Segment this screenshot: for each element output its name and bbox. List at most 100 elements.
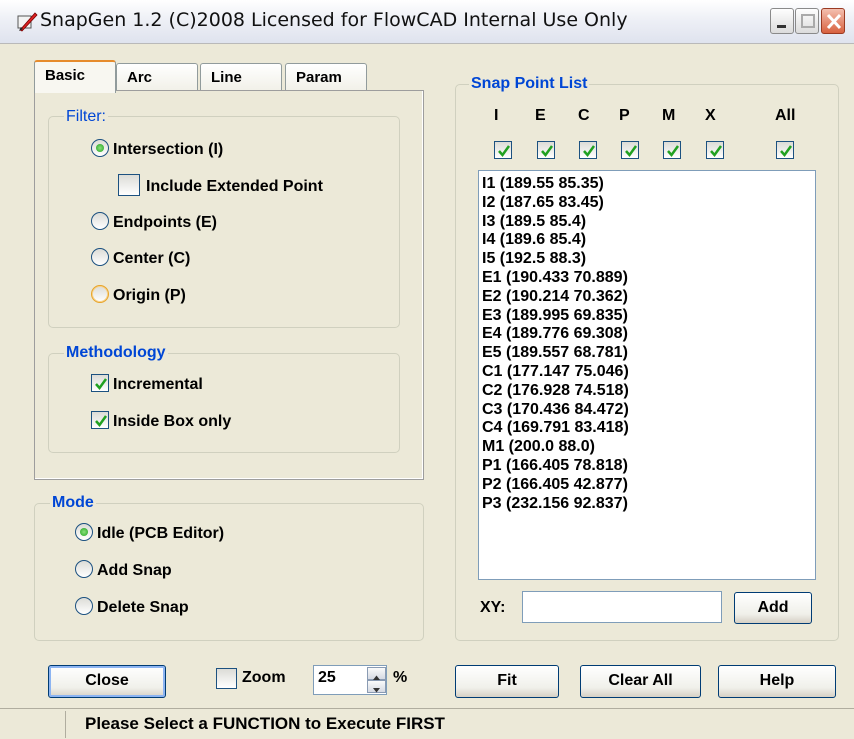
snap-point-listbox[interactable]: I1 (189.55 85.35) I2 (187.65 83.45) I3 (… [478, 170, 816, 580]
tab-basic[interactable]: Basic [34, 60, 116, 93]
origin-radio[interactable] [91, 285, 109, 303]
list-item[interactable]: C2 (176.928 74.518) [482, 382, 815, 401]
include-extended-checkbox[interactable] [118, 174, 140, 196]
xy-label: XY: [480, 599, 506, 616]
filter-p-checkbox[interactable] [621, 141, 639, 159]
checkmark-icon [498, 145, 511, 158]
filter-all-checkbox[interactable] [776, 141, 794, 159]
snap-point-list-label: Snap Point List [469, 75, 590, 93]
inside-box-option[interactable]: Inside Box only [91, 411, 231, 431]
filter-x-checkbox[interactable] [706, 141, 724, 159]
tab-line[interactable]: Line [200, 63, 282, 93]
column-c-label: C [578, 107, 590, 124]
mode-label: Mode [50, 494, 96, 512]
help-button[interactable]: Help [718, 665, 836, 698]
status-bar: Please Select a FUNCTION to Execute FIRS… [0, 708, 854, 739]
intersection-radio[interactable] [91, 139, 109, 157]
list-item[interactable]: E2 (190.214 70.362) [482, 288, 815, 307]
zoom-up-button[interactable] [367, 667, 386, 680]
endpoints-label: Endpoints (E) [113, 214, 217, 231]
endpoints-option[interactable]: Endpoints (E) [91, 212, 217, 232]
close-button[interactable]: Close [48, 665, 166, 698]
column-m-label: M [662, 107, 676, 124]
idle-option[interactable]: Idle (PCB Editor) [75, 523, 224, 543]
column-e-label: E [535, 107, 546, 124]
percent-label: % [393, 669, 408, 686]
list-item[interactable]: C3 (170.436 84.472) [482, 401, 815, 420]
list-item[interactable]: E5 (189.557 68.781) [482, 344, 815, 363]
clear-all-button[interactable]: Clear All [580, 665, 701, 698]
filter-e-checkbox[interactable] [537, 141, 555, 159]
zoom-checkbox[interactable] [216, 668, 237, 689]
list-item[interactable]: I4 (189.6 85.4) [482, 231, 815, 250]
filter-label: Filter: [64, 108, 108, 126]
checkmark-icon [780, 145, 793, 158]
incremental-checkbox[interactable] [91, 374, 109, 392]
title-bar[interactable]: SnapGen 1.2 (C)2008 Licensed for FlowCAD… [0, 0, 854, 44]
checkmark-icon [710, 145, 723, 158]
list-item[interactable]: I3 (189.5 85.4) [482, 213, 815, 232]
center-label: Center (C) [113, 250, 191, 267]
close-icon [826, 13, 842, 30]
minimize-icon [777, 25, 786, 28]
minimize-button[interactable] [770, 8, 794, 34]
maximize-icon [801, 14, 815, 28]
list-item[interactable]: M1 (200.0 88.0) [482, 438, 815, 457]
close-window-button[interactable] [821, 8, 845, 34]
column-p-label: P [619, 107, 630, 124]
filter-c-checkbox[interactable] [579, 141, 597, 159]
status-grip [0, 711, 66, 738]
checkmark-icon [95, 415, 108, 428]
list-item[interactable]: I1 (189.55 85.35) [482, 175, 815, 194]
origin-option[interactable]: Origin (P) [91, 285, 186, 305]
list-item[interactable]: P2 (166.405 42.877) [482, 476, 815, 495]
inside-box-checkbox[interactable] [91, 411, 109, 429]
column-all-label: All [775, 107, 796, 124]
list-item[interactable]: I5 (192.5 88.3) [482, 250, 815, 269]
arrow-down-icon [373, 688, 380, 693]
zoom-label: Zoom [242, 669, 286, 686]
center-radio[interactable] [91, 248, 109, 266]
fit-button[interactable]: Fit [455, 665, 559, 698]
window-title: SnapGen 1.2 (C)2008 Licensed for FlowCAD… [40, 9, 628, 31]
list-item[interactable]: I2 (187.65 83.45) [482, 194, 815, 213]
include-extended-option[interactable]: Include Extended Point [118, 174, 323, 196]
add-button[interactable]: Add [734, 592, 812, 624]
tab-arc[interactable]: Arc [116, 63, 198, 93]
list-item[interactable]: C1 (177.147 75.046) [482, 363, 815, 382]
status-text: Please Select a FUNCTION to Execute FIRS… [85, 714, 445, 733]
origin-label: Origin (P) [113, 287, 186, 304]
checkmark-icon [583, 145, 596, 158]
list-item[interactable]: E1 (190.433 70.889) [482, 269, 815, 288]
xy-input[interactable] [522, 591, 722, 623]
checkmark-icon [667, 145, 680, 158]
add-snap-label: Add Snap [97, 562, 172, 579]
add-snap-option[interactable]: Add Snap [75, 560, 172, 580]
column-x-label: X [705, 107, 716, 124]
add-snap-radio[interactable] [75, 560, 93, 578]
list-item[interactable]: E4 (189.776 69.308) [482, 325, 815, 344]
list-item[interactable]: C4 (169.791 83.418) [482, 419, 815, 438]
idle-label: Idle (PCB Editor) [97, 525, 225, 542]
endpoints-radio[interactable] [91, 212, 109, 230]
include-extended-label: Include Extended Point [146, 178, 323, 195]
incremental-option[interactable]: Incremental [91, 374, 203, 394]
tab-param[interactable]: Param [285, 63, 367, 93]
maximize-button[interactable] [795, 8, 819, 34]
list-item[interactable]: P3 (232.156 92.837) [482, 495, 815, 514]
filter-i-checkbox[interactable] [494, 141, 512, 159]
incremental-label: Incremental [113, 376, 203, 393]
checkmark-icon [95, 378, 108, 391]
pen-icon[interactable] [16, 10, 38, 32]
delete-snap-option[interactable]: Delete Snap [75, 597, 189, 617]
center-option[interactable]: Center (C) [91, 248, 190, 268]
checkmark-icon [541, 145, 554, 158]
zoom-down-button[interactable] [367, 680, 386, 693]
idle-radio[interactable] [75, 523, 93, 541]
delete-snap-label: Delete Snap [97, 599, 189, 616]
list-item[interactable]: P1 (166.405 78.818) [482, 457, 815, 476]
intersection-option[interactable]: Intersection (I) [91, 139, 223, 159]
filter-m-checkbox[interactable] [663, 141, 681, 159]
list-item[interactable]: E3 (189.995 69.835) [482, 307, 815, 326]
delete-snap-radio[interactable] [75, 597, 93, 615]
